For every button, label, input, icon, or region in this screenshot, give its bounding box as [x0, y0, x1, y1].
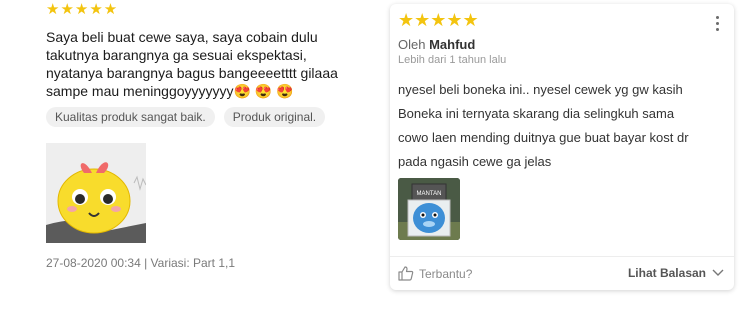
review-author: Oleh Mahfud: [398, 37, 476, 52]
view-replies-button[interactable]: Lihat Balasan: [628, 266, 724, 280]
view-replies-label: Lihat Balasan: [627, 266, 706, 280]
author-name[interactable]: Mahfud: [429, 37, 475, 52]
left-rating-stars: ★★★★★: [46, 1, 119, 18]
review-tags: Kualitas produk sangat baik. Produk orig…: [46, 107, 326, 127]
right-review-text: nyesel beli boneka ini.. nyesel cewek yg…: [398, 82, 689, 169]
right-review-photo[interactable]: MANTAN: [398, 178, 460, 240]
left-review: ★★★★★ Saya beli buat cewe saya, saya cob…: [0, 0, 370, 313]
chevron-down-icon: [712, 269, 724, 276]
tag-original: Produk original.: [223, 107, 326, 127]
svg-text:MANTAN: MANTAN: [417, 191, 442, 197]
tag-quality: Kualitas produk sangat baik.: [46, 107, 215, 127]
left-review-text: Saya beli buat cewe saya, saya cobain du…: [46, 29, 338, 99]
grave-doll-photo: MANTAN: [398, 178, 460, 240]
emoji-face-sticker: [46, 143, 146, 243]
review-time: Lebih dari 1 tahun lalu: [398, 54, 507, 66]
helpful-label: Terbantu?: [419, 266, 473, 281]
review-card-mahfud: ★★★★★ Oleh Mahfud Lebih dari 1 tahun lal…: [390, 4, 734, 290]
kebab-menu-icon[interactable]: [716, 16, 720, 34]
review-date-variation: 27-08-2020 00:34 | Variasi: Part 1,1: [46, 256, 236, 270]
thumbs-up-icon: [398, 266, 414, 281]
right-rating-stars: ★★★★★: [398, 10, 479, 30]
left-review-photo[interactable]: [46, 143, 146, 243]
card-divider: [390, 256, 734, 257]
helpful-button[interactable]: Terbantu?: [398, 266, 472, 281]
